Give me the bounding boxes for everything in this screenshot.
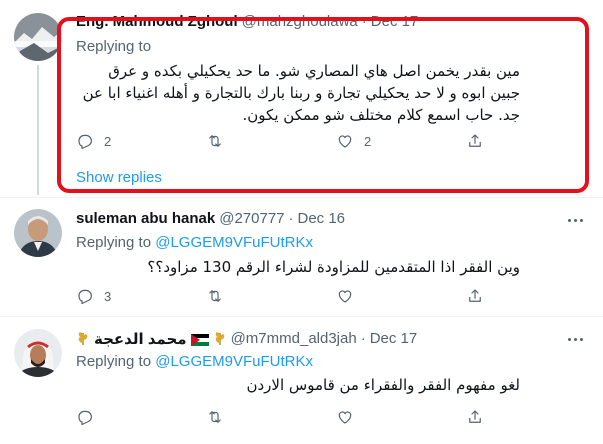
tweet-date[interactable]: Dec 16 <box>298 210 346 227</box>
red-highlight-box <box>57 17 589 193</box>
retweet-button[interactable] <box>206 287 246 305</box>
tweet-date[interactable]: Dec 17 <box>370 330 418 347</box>
reply-icon <box>78 410 92 426</box>
tweet-actions: 3 <box>76 287 506 305</box>
more-icon-dot <box>579 337 583 341</box>
share-button[interactable] <box>466 408 506 426</box>
wheat-emoji-icon <box>213 329 227 348</box>
tweet-2[interactable]: suleman abu hanak @270777 · Dec 16 Reply… <box>0 198 603 316</box>
wheat-emoji-icon <box>76 329 90 348</box>
tweet-actions <box>76 408 506 426</box>
avatar-image <box>14 13 62 61</box>
like-icon <box>338 290 352 303</box>
avatar[interactable] <box>14 13 62 61</box>
more-icon-dot <box>579 218 583 222</box>
reply-count: 3 <box>104 288 112 304</box>
avatar-image <box>14 329 62 377</box>
replying-to-label: Replying to <box>76 234 152 251</box>
avatar-image <box>14 209 62 257</box>
jordan-flag-icon <box>190 333 209 346</box>
retweet-button[interactable] <box>206 408 246 426</box>
replying-to: Replying to @LGGEM9VFuFUtRKx <box>76 234 313 251</box>
separator-dot: · <box>288 210 294 227</box>
more-options-button[interactable] <box>565 329 585 349</box>
like-button[interactable] <box>336 408 376 426</box>
retweet-icon <box>209 411 221 423</box>
author-name[interactable]: محمد الدعجة <box>94 330 187 348</box>
more-options-button[interactable] <box>565 210 585 230</box>
replying-to: Replying to @LGGEM9VFuFUtRKx <box>76 353 313 370</box>
author-handle[interactable]: @270777 <box>219 210 284 227</box>
author-handle[interactable]: @m7mmd_ald3jah <box>231 330 357 347</box>
avatar[interactable] <box>14 209 62 257</box>
more-icon-dot <box>573 337 577 341</box>
like-icon <box>338 411 352 424</box>
tweet-3[interactable]: محمد الدعجة @m7mmd_ald3jah · Dec 17 Repl… <box>0 317 603 444</box>
separator-dot: · <box>360 330 366 347</box>
share-button[interactable] <box>466 287 506 305</box>
tweet-text: لغو مفهوم الفقر والفقراء من قاموس الاردن <box>246 376 520 394</box>
mention-link[interactable]: @LGGEM9VFuFUtRKx <box>155 353 313 370</box>
thread-line <box>37 65 39 195</box>
share-icon <box>469 410 481 423</box>
replying-to-label: Replying to <box>76 353 152 370</box>
more-icon <box>567 337 571 341</box>
tweet-header: محمد الدعجة @m7mmd_ald3jah · Dec 17 <box>76 329 417 348</box>
share-icon <box>469 289 481 302</box>
mention-link[interactable]: @LGGEM9VFuFUtRKx <box>155 234 313 251</box>
avatar[interactable] <box>14 329 62 377</box>
more-icon <box>567 218 571 222</box>
reply-button[interactable]: 3 <box>76 287 116 305</box>
tweet-header: suleman abu hanak @270777 · Dec 16 <box>76 210 345 227</box>
like-button[interactable] <box>336 287 376 305</box>
reply-button[interactable] <box>76 408 116 426</box>
reply-icon <box>78 289 92 305</box>
more-icon-dot <box>573 218 577 222</box>
retweet-icon <box>209 290 221 302</box>
author-name[interactable]: suleman abu hanak <box>76 210 215 227</box>
tweet-text: وين الفقر اذا المتقدمين للمزاودة لشراء ا… <box>147 258 520 276</box>
